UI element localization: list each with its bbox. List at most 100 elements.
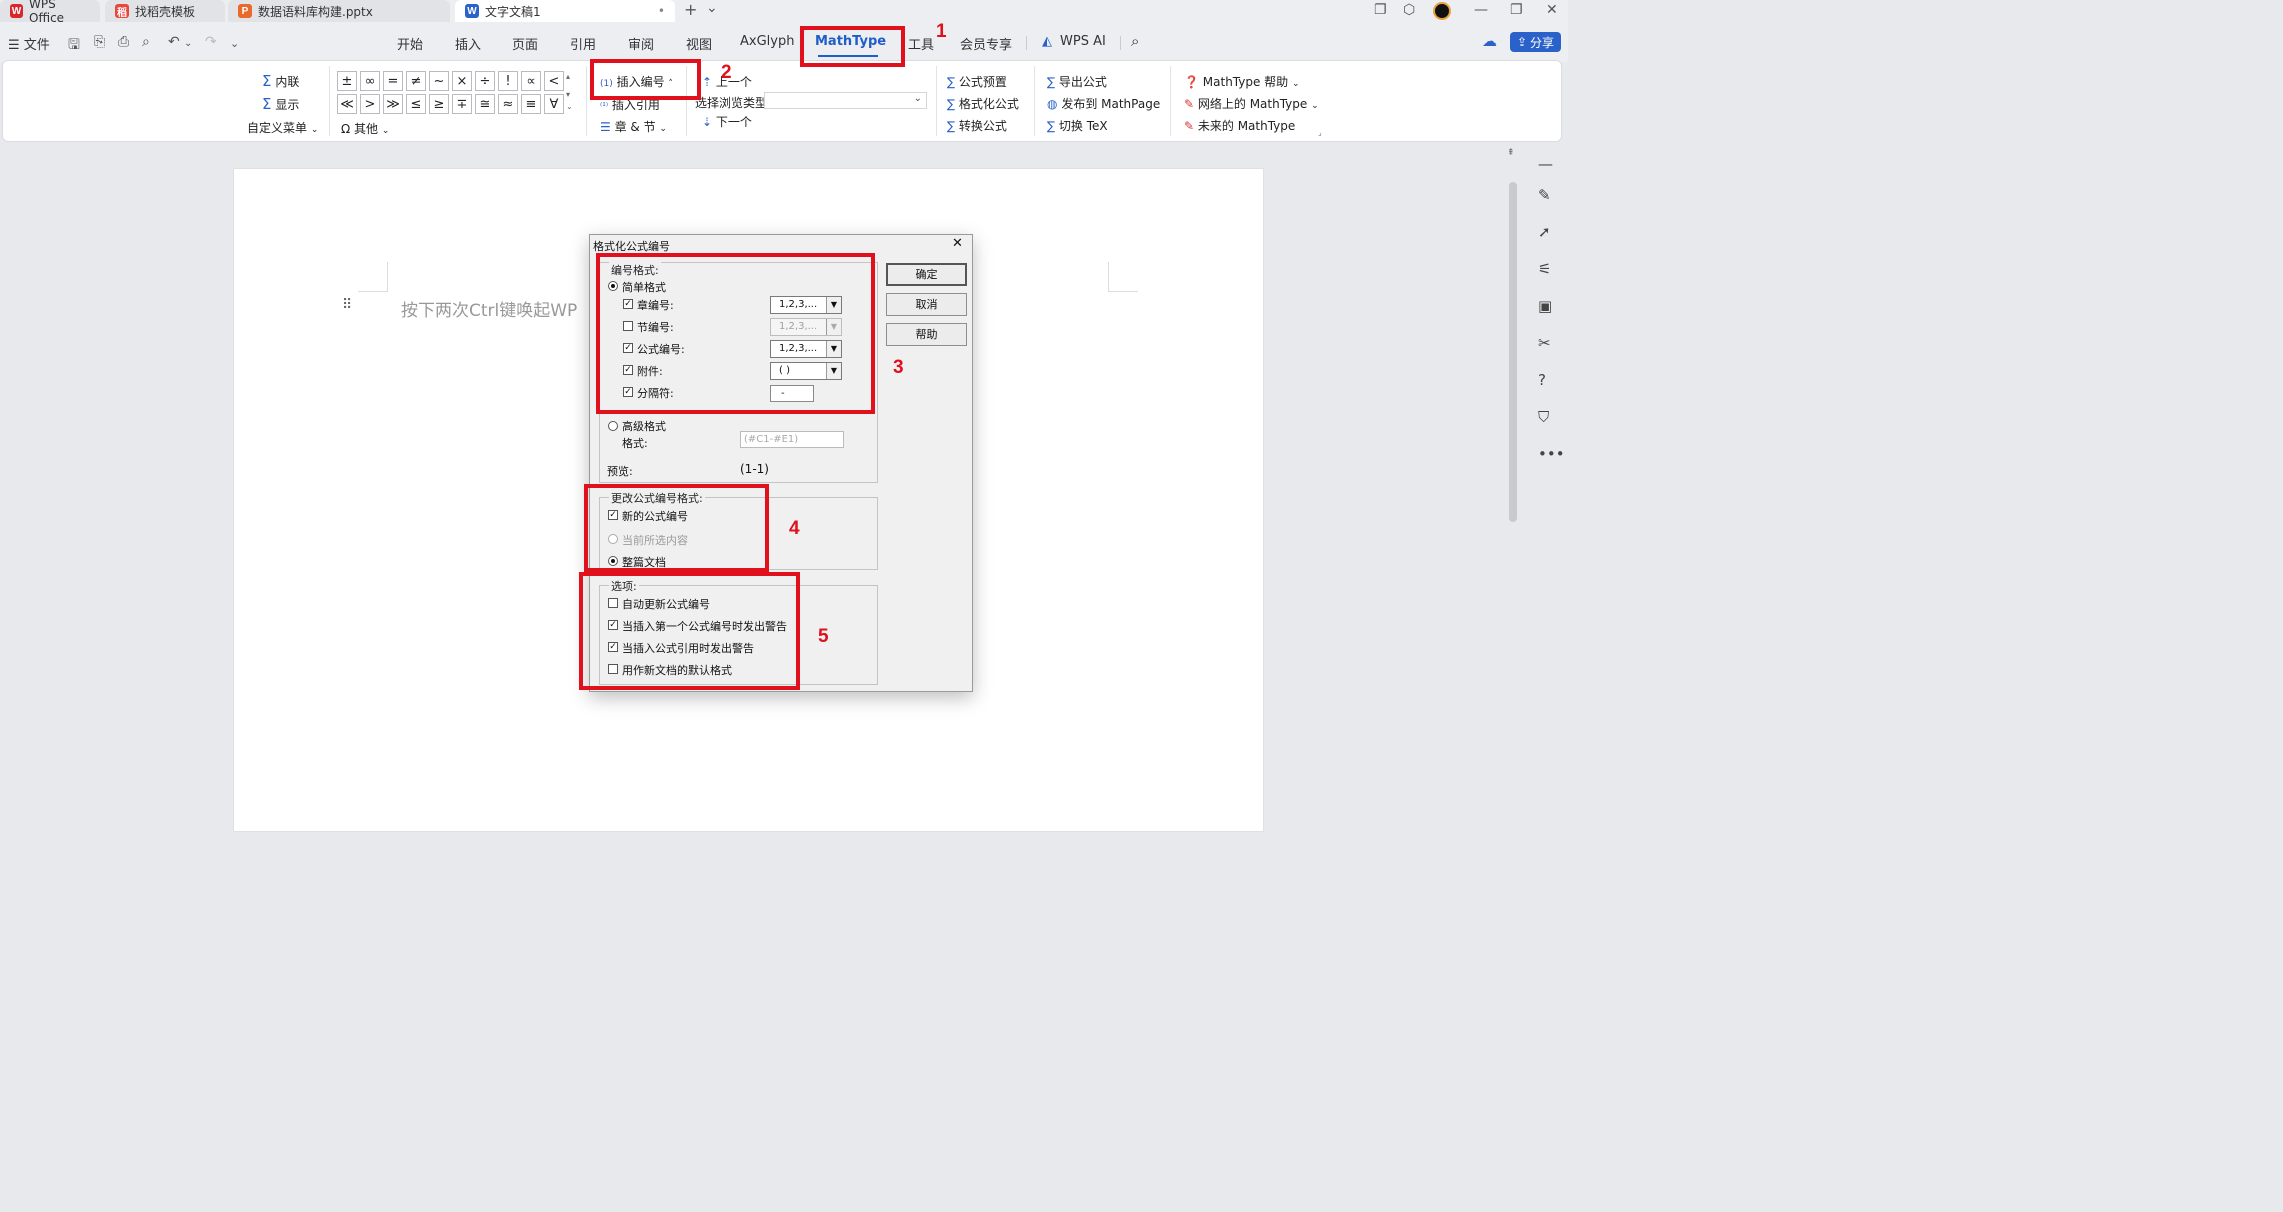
new-tab-button[interactable]: +	[684, 0, 697, 19]
symbol-button[interactable]: ≡	[521, 94, 541, 114]
symbol-button[interactable]: =	[383, 71, 403, 91]
help-circle-icon[interactable]: ?	[1538, 371, 1546, 389]
close-icon[interactable]: ✕	[1546, 2, 1558, 18]
custom-menu-label: 自定义菜单	[247, 121, 308, 135]
convert-icon: ∑	[947, 119, 956, 133]
symbol-button[interactable]: !	[498, 71, 518, 91]
palette-scroll-up-icon[interactable]: ▴	[566, 72, 570, 81]
symbol-button[interactable]: ∝	[521, 71, 541, 91]
symbol-button[interactable]: ≫	[383, 94, 403, 114]
more-icon[interactable]: •••	[1538, 445, 1565, 463]
symbol-button[interactable]: ≤	[406, 94, 426, 114]
chapter-section-dropdown[interactable]: ☰ 章 & 节 ⌄	[600, 118, 667, 135]
dialog-close-icon[interactable]: ✕	[952, 236, 963, 251]
symbol-button[interactable]: ≪	[337, 94, 357, 114]
other-symbols-dropdown[interactable]: Ω 其他 ⌄	[341, 120, 389, 137]
image-edit-icon[interactable]: ▣	[1538, 297, 1552, 315]
scroll-top-icon[interactable]: ⇞	[1507, 148, 1515, 158]
minimize-icon[interactable]: —	[1474, 2, 1488, 18]
cloud-upload-icon[interactable]: ☁	[1482, 32, 1497, 50]
file-menu[interactable]: ☰ 文件	[8, 34, 50, 53]
restore-icon[interactable]: ❐	[1510, 2, 1523, 18]
drag-handle-icon[interactable]: ⠿	[342, 297, 352, 313]
redo-icon[interactable]: ↷	[205, 34, 217, 50]
cube-icon[interactable]: ⬡	[1403, 2, 1415, 18]
tab-view[interactable]: 视图	[686, 34, 712, 53]
symbol-button[interactable]: ∞	[360, 71, 380, 91]
custom-menu-dropdown[interactable]: 自定义菜单 ⌄	[247, 119, 318, 136]
help-button[interactable]: 帮助	[886, 323, 967, 346]
symbol-button[interactable]: ∓	[452, 94, 472, 114]
symbol-button[interactable]: ±	[337, 71, 357, 91]
export-formula-button[interactable]: ∑ 导出公式	[1047, 73, 1107, 90]
print-icon[interactable]: ⎙	[118, 34, 129, 50]
advanced-format-radio[interactable]	[608, 421, 618, 431]
avatar[interactable]	[1433, 2, 1451, 20]
format-formula-button[interactable]: ∑ 格式化公式	[947, 95, 1019, 112]
formula-preset-button[interactable]: ∑ 公式预置	[947, 73, 1007, 90]
tab-insert[interactable]: 插入	[455, 34, 481, 53]
print-preview-icon[interactable]: ⌕	[142, 34, 150, 50]
help-label: MathType 帮助	[1202, 75, 1289, 89]
inline-button[interactable]: Σ 内联	[262, 72, 299, 90]
symbol-button[interactable]: ≠	[406, 71, 426, 91]
vertical-scrollbar[interactable]	[1509, 182, 1517, 522]
shirt-icon[interactable]: ⛉	[1538, 408, 1549, 426]
symbol-button[interactable]: ≥	[429, 94, 449, 114]
toggle-tex-button[interactable]: ∑ 切换 TeX	[1047, 117, 1108, 134]
save-icon[interactable]: 🖫	[68, 34, 80, 58]
tab-document[interactable]: W 文字文稿1 •	[455, 0, 675, 22]
tools-icon[interactable]: ✂	[1538, 334, 1551, 352]
palette-scroll-down-icon[interactable]: ▾	[566, 90, 570, 99]
tab-references[interactable]: 引用	[570, 34, 596, 53]
pen-icon[interactable]: ✎	[1538, 186, 1551, 204]
ok-button[interactable]: 确定	[886, 263, 967, 286]
tab-page[interactable]: 页面	[512, 34, 538, 53]
browse-type-select[interactable]: ⌄	[764, 92, 927, 109]
undo-icon[interactable]: ↶	[168, 34, 180, 50]
symbol-button[interactable]: ÷	[475, 71, 495, 91]
display-button[interactable]: Σ 显示	[262, 95, 299, 113]
advanced-format-input[interactable]: (#C1-#E1)	[740, 431, 844, 448]
future-mathtype-button[interactable]: ✎ 未来的 MathType	[1184, 117, 1295, 134]
pointer-icon[interactable]: ➚	[1538, 223, 1551, 241]
symbol-button[interactable]: ≅	[475, 94, 495, 114]
convert-formula-button[interactable]: ∑ 转换公式	[947, 117, 1007, 134]
tab-menu-chevron-icon[interactable]: ⌄	[706, 0, 718, 16]
publish-mathpage-button[interactable]: ◍ 发布到 MathPage	[1047, 95, 1160, 112]
right-toolbar	[1530, 145, 1568, 832]
sliders-icon[interactable]: ⚟	[1538, 260, 1551, 278]
tab-template[interactable]: 稻 找稻壳模板	[105, 0, 225, 22]
symbol-button[interactable]: ~	[429, 71, 449, 91]
tab-wps-ai[interactable]: WPS AI	[1060, 34, 1106, 49]
cancel-button[interactable]: 取消	[886, 293, 967, 316]
share-button[interactable]: ⇪ 分享	[1510, 32, 1561, 52]
tab-home[interactable]: 开始	[397, 34, 423, 53]
ribbon-divider	[586, 66, 587, 136]
unsaved-dot-icon: •	[657, 4, 665, 18]
symbol-button[interactable]: ×	[452, 71, 472, 91]
window-layout-icon[interactable]: ❐	[1374, 2, 1387, 18]
tab-axglyph[interactable]: AxGlyph	[740, 34, 794, 49]
collapse-icon[interactable]: —	[1538, 155, 1553, 173]
tab-tools[interactable]: 工具	[908, 34, 934, 53]
palette-expand-icon[interactable]: ⌄	[566, 102, 573, 111]
search-icon[interactable]: ⌕	[1131, 32, 1139, 50]
tab-membership[interactable]: 会员专享	[960, 34, 1012, 53]
mathtype-help-dropdown[interactable]: ❓ MathType 帮助 ⌄	[1184, 73, 1300, 90]
margin-mark-right	[1108, 262, 1138, 292]
next-button[interactable]: ⇣ 下一个	[702, 113, 752, 130]
symbol-button[interactable]: ≈	[498, 94, 518, 114]
ribbon-divider	[1170, 66, 1171, 136]
more-chevron-icon[interactable]: ⌄	[230, 37, 239, 50]
tab-review[interactable]: 审阅	[628, 34, 654, 53]
symbol-button[interactable]: >	[360, 94, 380, 114]
symbol-button[interactable]: ∀	[544, 94, 564, 114]
ribbon-expand-icon[interactable]: ⌟	[1318, 128, 1322, 137]
online-mathtype-dropdown[interactable]: ✎ 网络上的 MathType ⌄	[1184, 95, 1319, 112]
undo-dropdown-icon[interactable]: ⌄	[184, 38, 192, 49]
export-icon[interactable]: ⎘	[94, 34, 105, 50]
tab-pptx[interactable]: P 数据语料库构建.pptx	[228, 0, 450, 22]
symbol-button[interactable]: <	[544, 71, 564, 91]
tab-wps-office[interactable]: W WPS Office	[0, 0, 100, 25]
